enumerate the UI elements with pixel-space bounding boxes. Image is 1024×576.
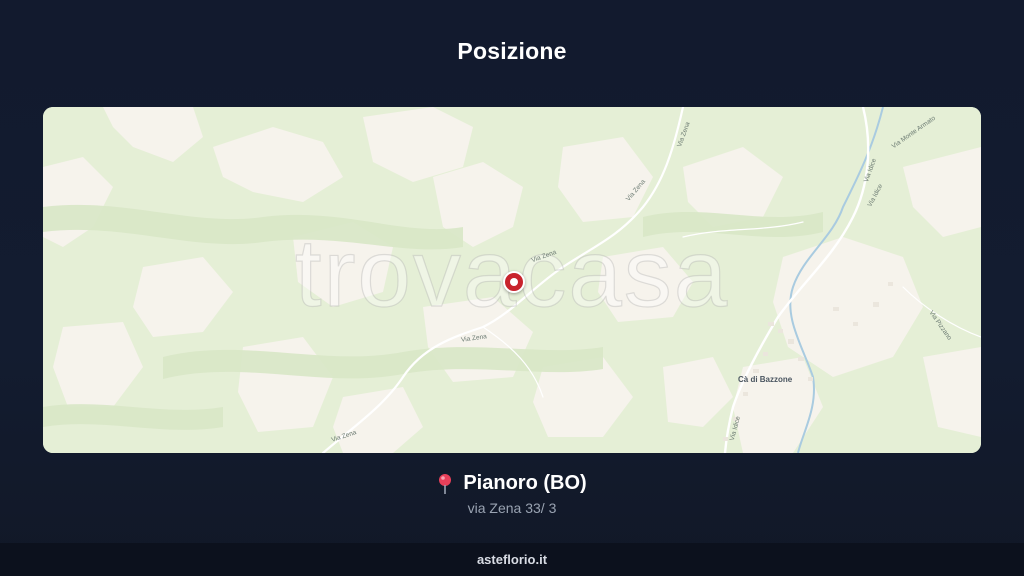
location-address: via Zena 33/ 3 bbox=[467, 500, 557, 516]
location-summary: Pianoro (BO) bbox=[0, 472, 1024, 495]
page-title: Posizione bbox=[457, 38, 567, 64]
footer: asteflorio.it bbox=[0, 543, 1024, 576]
location-city: Pianoro (BO) bbox=[463, 472, 587, 494]
map[interactable]: trovacasa Via Zena Via Zena Via Zena Via… bbox=[43, 107, 981, 453]
map-pin-icon bbox=[437, 473, 453, 495]
footer-site-link[interactable]: asteflorio.it bbox=[477, 552, 547, 567]
place-label: Cà di Bazzone bbox=[738, 375, 793, 384]
location-marker-icon[interactable] bbox=[503, 271, 525, 293]
